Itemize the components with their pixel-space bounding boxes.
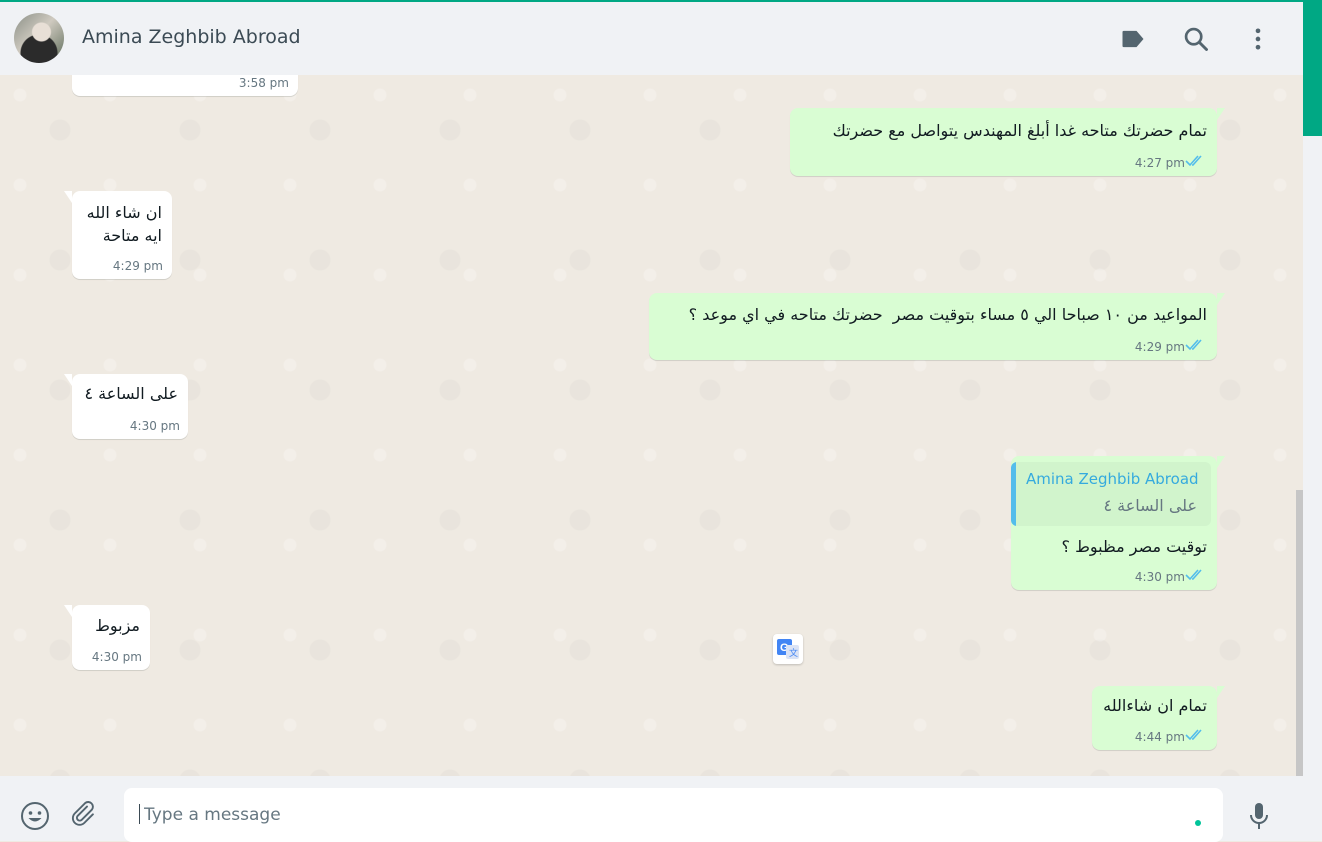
message-in[interactable]: مزبوط 4:30 pm: [64, 605, 150, 670]
menu-icon[interactable]: [1244, 25, 1272, 53]
bubble-tail: [64, 191, 72, 203]
text-caret: [139, 804, 140, 824]
message-text: تمام ان شاءالله: [1103, 696, 1207, 715]
message-list[interactable]: 3:58 pm تمام حضرتك متاحه غدا أبلغ المهند…: [0, 75, 1303, 776]
message-in[interactable]: ان شاء الله ايه متاحة 4:29 pm: [64, 191, 172, 279]
message-input[interactable]: [124, 788, 1223, 842]
message-text: المواعيد من ١٠ صباحا الي ٥ مساء بتوقيت م…: [688, 305, 1207, 324]
svg-text:文: 文: [789, 647, 798, 659]
bubble-tail: [1217, 108, 1225, 120]
message-text: على الساعة ٤: [84, 384, 178, 403]
bubble-tail: [1217, 456, 1225, 468]
quoted-author: Amina Zeghbib Abroad: [1026, 470, 1199, 488]
message-time: 4:44 pm: [1134, 730, 1185, 744]
translate-icon[interactable]: G 文: [773, 634, 803, 664]
scrollbar-accent: [1303, 0, 1322, 136]
label-icon[interactable]: [1119, 25, 1147, 53]
message-time: 4:27 pm: [1134, 156, 1185, 170]
message-time: 4:29 pm: [112, 259, 163, 273]
message-time: 4:30 pm: [1134, 570, 1185, 584]
quote-bar: [1011, 462, 1016, 526]
read-ticks-icon: [1185, 339, 1202, 351]
chat-header: Amina Zeghbib Abroad: [0, 2, 1303, 75]
status-dot: [1195, 820, 1201, 826]
contact-avatar[interactable]: [14, 13, 64, 63]
message-time: 4:30 pm: [91, 650, 142, 664]
message-text: ان شاء الله ايه متاحة: [86, 203, 162, 245]
emoji-icon[interactable]: [20, 801, 50, 831]
message-composer: [0, 776, 1303, 842]
bubble-tail: [1217, 686, 1225, 698]
message-in[interactable]: 3:58 pm: [72, 75, 298, 96]
read-ticks-icon: [1185, 155, 1202, 167]
quoted-message[interactable]: Amina Zeghbib Abroad على الساعة ٤: [1011, 462, 1211, 526]
scrollbar-thumb[interactable]: [1296, 490, 1303, 776]
message-text: تمام حضرتك متاحه غدا أبلغ المهندس يتواصل…: [832, 121, 1207, 140]
message-out[interactable]: تمام حضرتك متاحه غدا أبلغ المهندس يتواصل…: [790, 108, 1225, 176]
read-ticks-icon: [1185, 729, 1202, 741]
search-icon[interactable]: [1182, 25, 1210, 53]
bubble-tail: [64, 374, 72, 386]
message-text: مزبوط: [95, 616, 140, 635]
message-time: 4:30 pm: [129, 419, 180, 433]
message-in[interactable]: على الساعة ٤ 4:30 pm: [64, 374, 188, 439]
message-time: 3:58 pm: [238, 76, 289, 90]
quoted-text: على الساعة ٤: [1103, 496, 1197, 515]
message-text: توقيت مصر مظبوط ؟: [1061, 537, 1207, 556]
message-out[interactable]: Amina Zeghbib Abroad على الساعة ٤ توقيت …: [1011, 456, 1225, 590]
read-ticks-icon: [1185, 569, 1202, 581]
contact-name[interactable]: Amina Zeghbib Abroad: [82, 26, 301, 48]
message-out[interactable]: المواعيد من ١٠ صباحا الي ٥ مساء بتوقيت م…: [649, 293, 1225, 360]
message-out[interactable]: تمام ان شاءالله 4:44 pm: [1092, 686, 1225, 750]
microphone-icon[interactable]: [1244, 801, 1274, 831]
bubble-tail: [1217, 293, 1225, 305]
bubble-tail: [64, 605, 72, 617]
message-time: 4:29 pm: [1134, 340, 1185, 354]
attach-icon[interactable]: [70, 801, 100, 831]
